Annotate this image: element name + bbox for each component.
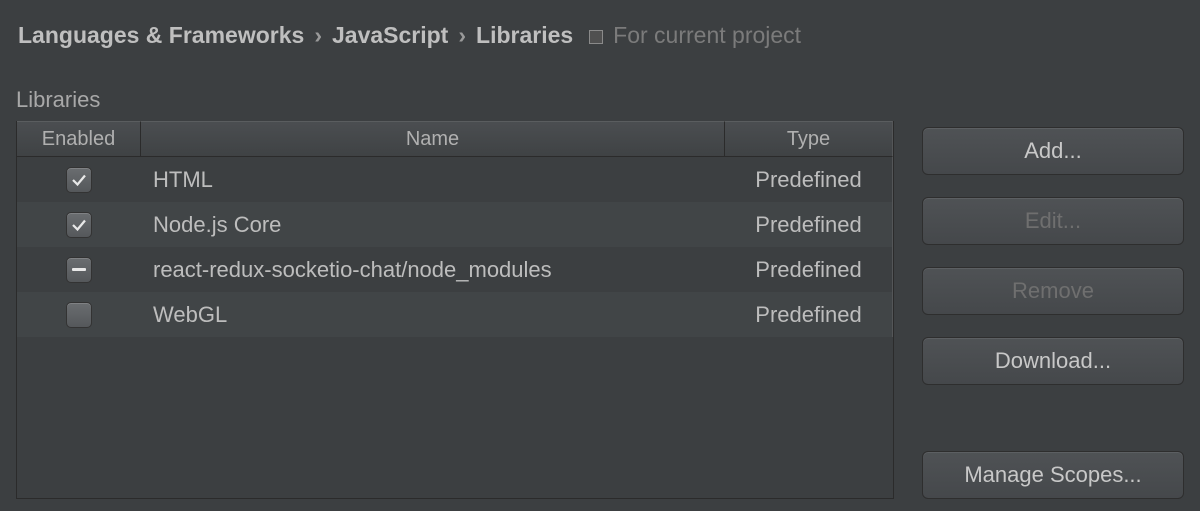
- column-header-enabled[interactable]: Enabled: [17, 121, 141, 157]
- table-row[interactable]: react-redux-socketio-chat/node_modules P…: [17, 247, 893, 292]
- breadcrumb-separator: ›: [458, 22, 466, 49]
- table-header-row: Enabled Name Type: [17, 121, 893, 157]
- column-header-name[interactable]: Name: [141, 121, 725, 157]
- library-name-cell: react-redux-socketio-chat/node_modules: [141, 247, 725, 292]
- libraries-table: Enabled Name Type HTML Predefined Node.j…: [16, 121, 894, 499]
- edit-button[interactable]: Edit...: [922, 197, 1184, 245]
- add-button[interactable]: Add...: [922, 127, 1184, 175]
- project-scope-icon: [589, 30, 603, 44]
- table-row[interactable]: HTML Predefined: [17, 157, 893, 202]
- library-type-cell: Predefined: [725, 202, 893, 247]
- table-row[interactable]: Node.js Core Predefined: [17, 202, 893, 247]
- breadcrumb-item[interactable]: Languages & Frameworks: [18, 22, 304, 49]
- breadcrumb-item: Libraries: [476, 22, 573, 49]
- enabled-checkbox[interactable]: [66, 302, 92, 328]
- enabled-checkbox[interactable]: [66, 257, 92, 283]
- library-name-cell: HTML: [141, 157, 725, 202]
- breadcrumb-item[interactable]: JavaScript: [332, 22, 448, 49]
- table-row[interactable]: WebGL Predefined: [17, 292, 893, 337]
- check-icon: [70, 171, 88, 189]
- remove-button[interactable]: Remove: [922, 267, 1184, 315]
- library-name-cell: Node.js Core: [141, 202, 725, 247]
- manage-scopes-button[interactable]: Manage Scopes...: [922, 451, 1184, 499]
- check-icon: [70, 216, 88, 234]
- section-title-libraries: Libraries: [0, 59, 1200, 121]
- library-type-cell: Predefined: [725, 157, 893, 202]
- library-type-cell: Predefined: [725, 247, 893, 292]
- download-button[interactable]: Download...: [922, 337, 1184, 385]
- enabled-checkbox[interactable]: [66, 167, 92, 193]
- indeterminate-icon: [72, 268, 86, 271]
- action-button-column: Add... Edit... Remove Download... Manage…: [922, 121, 1184, 499]
- library-type-cell: Predefined: [725, 292, 893, 337]
- enabled-checkbox[interactable]: [66, 212, 92, 238]
- button-spacer: [922, 407, 1184, 429]
- column-header-type[interactable]: Type: [725, 121, 893, 157]
- for-current-project-label: For current project: [613, 22, 801, 49]
- breadcrumb: Languages & Frameworks › JavaScript › Li…: [0, 0, 1200, 59]
- breadcrumb-separator: ›: [314, 22, 322, 49]
- library-name-cell: WebGL: [141, 292, 725, 337]
